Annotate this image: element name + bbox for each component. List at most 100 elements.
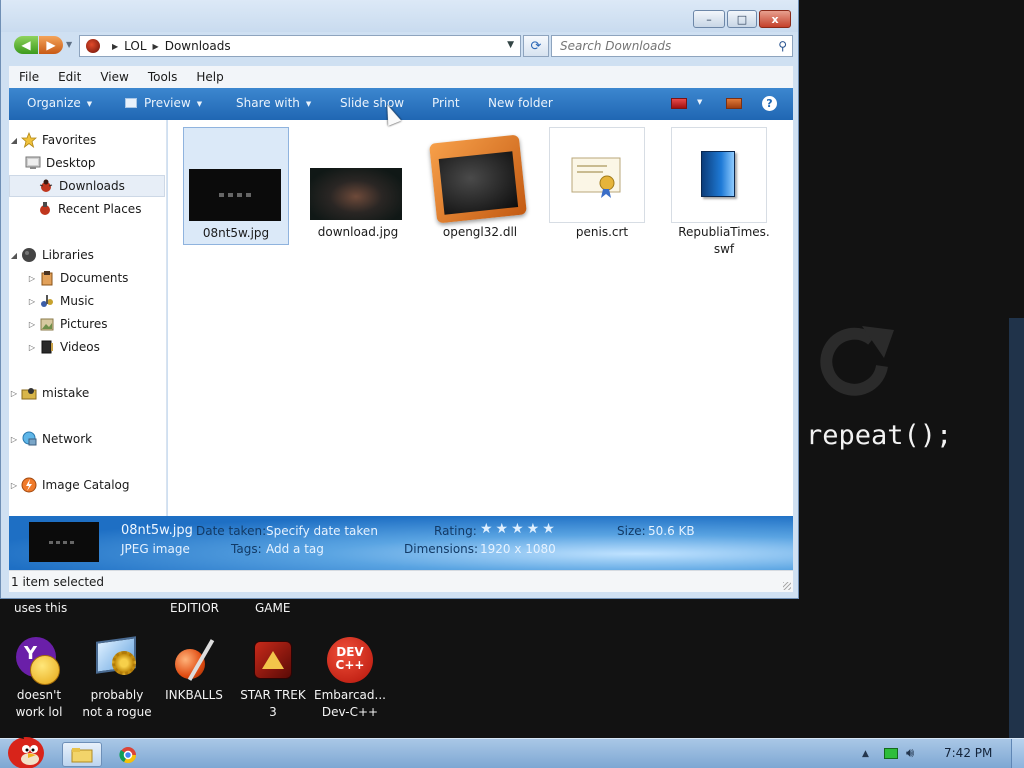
collapsed-arrow-icon[interactable]: ▷ [27,274,37,283]
tree-favorites[interactable]: ◢ Favorites [9,129,96,151]
tree-videos-label: Videos [60,340,100,354]
organize-button[interactable]: Organize ▼ [27,96,92,110]
tree-mistake[interactable]: ▷ mistake [9,382,89,404]
menu-help[interactable]: Help [186,70,232,84]
chevron-down-icon: ▼ [196,99,203,108]
taskbar-explorer-button[interactable] [62,742,102,767]
file-tile-08nt5w[interactable]: 08nt5w.jpg [183,127,289,245]
date-taken-value[interactable]: Specify date taken [266,524,378,538]
search-input[interactable] [552,36,762,56]
dev-cpp-badge: DEV C++ [327,646,373,672]
volume-icon[interactable]: 🔊︎ [906,746,914,761]
recent-pages-chevron-icon[interactable]: ▼ [66,40,72,49]
repeat-text: repeat(); [806,420,953,451]
network-status-icon[interactable] [884,748,898,759]
tree-recent-places[interactable]: Recent Places [37,198,141,220]
new-folder-button[interactable]: New folder [488,96,553,110]
desktop-icon-inkballs[interactable]: INKBALLS [157,637,231,704]
desktop-icon-star-trek[interactable]: STAR TREK 3 [236,637,310,721]
menu-file[interactable]: File [9,70,48,84]
back-button[interactable]: ◀ [14,36,38,54]
tree-libraries[interactable]: ◢ Libraries [9,244,94,266]
collapsed-arrow-icon[interactable]: ▷ [27,343,37,352]
print-button[interactable]: Print [432,96,460,110]
star-icon [21,132,37,148]
chevron-down-icon: ▼ [86,99,93,108]
tree-recent-places-label: Recent Places [58,202,142,216]
desktop-icon-dev-cpp[interactable]: DEV C++ Embarcad... Dev-C++ [313,637,387,721]
tags-value[interactable]: Add a tag [266,542,324,556]
breadcrumb-separator-icon[interactable]: ▶ [112,42,118,51]
collapsed-arrow-icon[interactable]: ▷ [9,389,19,398]
libraries-icon [22,248,36,262]
expanded-arrow-icon[interactable]: ◢ [9,251,19,260]
file-tile-opengl32[interactable]: opengl32.dll [427,127,533,245]
tree-pictures[interactable]: ▷ Pictures [27,313,108,335]
file-name: 08nt5w.jpg [202,226,270,240]
show-hidden-icons-icon[interactable]: ▲ [862,749,869,759]
preview-button[interactable]: Preview ▼ [125,96,202,110]
menu-view[interactable]: View [90,70,137,84]
breadcrumb-lol[interactable]: LOL [124,39,146,53]
show-desktop-button[interactable] [1011,739,1024,768]
videos-icon [41,340,53,354]
desktop-label-editior: EDITIOR [170,601,220,615]
taskbar: ▲ 🔊︎ 7:42 PM [0,731,1024,768]
breadcrumb-separator-icon[interactable]: ▶ [153,42,159,51]
search-icon[interactable]: ⚲ [778,39,787,53]
search-box[interactable]: ⚲ [551,35,793,57]
forward-arrow-icon: ▶ [46,38,56,52]
details-thumbnail [29,522,99,562]
forward-button[interactable]: ▶ [39,36,63,54]
collapsed-arrow-icon[interactable]: ▷ [9,481,19,490]
desktop-icon-inkballs-line1: INKBALLS [165,688,223,702]
view-chevron-down-icon[interactable]: ▼ [697,98,702,106]
folder-icon [71,747,93,762]
start-button-angry-bird-icon[interactable] [2,731,46,768]
file-tile-penis-crt[interactable]: penis.crt [549,127,655,245]
tree-desktop[interactable]: Desktop [25,152,96,174]
address-bar[interactable]: ▶ LOL ▶ Downloads ▼ [79,35,521,57]
file-tile-download[interactable]: download.jpg [305,127,411,245]
taskbar-chrome-button[interactable] [110,742,146,767]
tree-downloads[interactable]: Downloads [9,175,165,197]
clock[interactable]: 7:42 PM [944,746,992,760]
menu-edit[interactable]: Edit [48,70,90,84]
refresh-button[interactable]: ⟳ [523,35,549,57]
help-icon[interactable]: ? [762,96,777,111]
collapsed-arrow-icon[interactable]: ▷ [27,297,37,306]
collapsed-arrow-icon[interactable]: ▷ [27,320,37,329]
close-button[interactable]: x [759,10,791,28]
desktop-icon-rogue[interactable]: probably not a rogue [80,636,154,721]
preview-pane-icon[interactable] [726,98,742,109]
address-dropdown-icon[interactable]: ▼ [507,40,514,50]
collapsed-arrow-icon[interactable]: ▷ [9,435,19,444]
file-tile-republiatimes[interactable]: RepubliaTimes. swf [671,127,777,259]
breadcrumb-downloads[interactable]: Downloads [165,39,231,53]
expanded-arrow-icon[interactable]: ◢ [9,136,19,145]
minimize-button[interactable]: – [693,10,725,28]
yahoo-messenger-icon: Y [16,637,62,685]
tree-favorites-label: Favorites [42,133,97,147]
desktop-icon-yahoo[interactable]: Y doesn't work lol [2,637,76,721]
details-file-name: 08nt5w.jpg [121,523,193,538]
network-icon [22,431,37,446]
tree-network[interactable]: ▷ Network [9,428,92,450]
organize-label: Organize [27,96,81,110]
rating-stars[interactable]: ★★★★★ [480,521,558,537]
title-bar[interactable]: – □ x [1,0,798,32]
resize-grip-icon[interactable] [783,582,791,590]
share-with-button[interactable]: Share with ▼ [236,96,311,110]
maximize-button[interactable]: □ [727,10,757,28]
tree-music[interactable]: ▷ Music [27,290,94,312]
tree-videos[interactable]: ▷ Videos [27,336,100,358]
pictures-icon [40,318,54,331]
gear-monitor-icon [94,636,140,683]
change-view-icon[interactable] [671,98,687,109]
desktop-icon-rogue-line2: not a rogue [82,705,152,719]
tree-image-catalog[interactable]: ▷ Image Catalog [9,474,129,496]
tree-documents[interactable]: ▷ Documents [27,267,128,289]
tags-label: Tags: [231,542,262,556]
menu-bar: File Edit View Tools Help [9,66,793,88]
menu-tools[interactable]: Tools [138,70,187,84]
